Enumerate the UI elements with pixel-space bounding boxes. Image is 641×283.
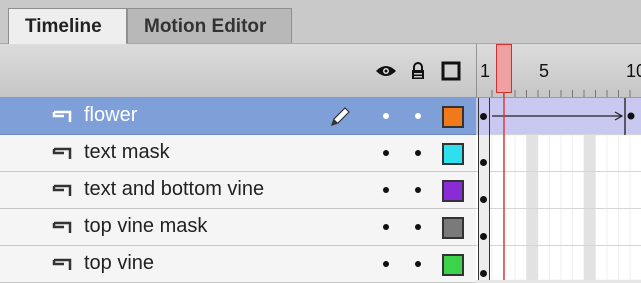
layer-name: flower	[84, 104, 138, 126]
layer-row-text-and-bottom-vine[interactable]: text and bottom vine	[0, 172, 476, 209]
outline-color-swatch[interactable]	[442, 217, 464, 239]
layer-name: text and bottom vine	[84, 178, 265, 200]
ruler-ticks	[491, 90, 631, 97]
keyframe-dot	[480, 159, 487, 166]
visibility-toggle[interactable]	[383, 261, 389, 267]
layer-row-flower[interactable]: flower	[0, 98, 476, 135]
lock-toggle[interactable]	[415, 261, 421, 267]
layer-row-top-vine-mask[interactable]: top vine mask	[0, 209, 476, 246]
ruler-label-1: 1	[480, 61, 490, 81]
outline-icon[interactable]	[438, 44, 464, 97]
tab-motion-editor[interactable]: Motion Editor	[127, 8, 292, 43]
tween-arrow	[492, 98, 635, 135]
layer-name: top vine	[84, 252, 155, 274]
frame-row-text-and-bottom-vine[interactable]	[476, 172, 641, 209]
outline-color-swatch[interactable]	[442, 254, 464, 276]
lock-toggle[interactable]	[415, 113, 421, 119]
lock-toggle[interactable]	[415, 224, 421, 230]
layer-name: text mask	[84, 141, 170, 163]
layer-row-text-mask[interactable]: text mask	[0, 135, 476, 172]
visibility-toggle[interactable]	[383, 150, 389, 156]
outline-color-swatch[interactable]	[442, 143, 464, 165]
layer-row-top-vine[interactable]: top vine	[0, 246, 476, 283]
frame-row-text-mask[interactable]	[476, 135, 641, 172]
outline-color-swatch[interactable]	[442, 106, 464, 128]
tab-timeline[interactable]: Timeline	[8, 8, 127, 44]
keyframe[interactable]	[478, 135, 490, 172]
panel-tabbar: Timeline Motion Editor	[0, 0, 641, 44]
layer-icon	[52, 109, 74, 130]
outline-color-swatch[interactable]	[442, 180, 464, 202]
visibility-toggle[interactable]	[383, 224, 389, 230]
frame-grid[interactable]	[476, 98, 641, 280]
frame-row-flower[interactable]	[476, 98, 641, 135]
visibility-toggle[interactable]	[383, 187, 389, 193]
layer-icon	[52, 257, 74, 278]
frame-row-top-vine[interactable]	[476, 246, 641, 280]
frame-ruler[interactable]: 1 5 10	[476, 44, 641, 97]
visibility-toggle[interactable]	[383, 113, 389, 119]
layer-icon	[52, 220, 74, 241]
lock-icon[interactable]	[406, 44, 430, 97]
lock-toggle[interactable]	[415, 187, 421, 193]
pencil-icon	[328, 105, 352, 134]
keyframe-dot	[480, 196, 487, 203]
lock-toggle[interactable]	[415, 150, 421, 156]
ruler-label-10: 10	[626, 61, 641, 81]
layer-name: top vine mask	[84, 215, 208, 237]
keyframe[interactable]	[478, 172, 490, 209]
layer-icon	[52, 183, 74, 204]
ruler-label-5: 5	[539, 61, 549, 81]
keyframe[interactable]	[478, 209, 490, 246]
keyframe-dot	[480, 270, 487, 277]
layer-icon	[52, 146, 74, 167]
eye-icon[interactable]	[374, 44, 398, 97]
keyframe[interactable]	[478, 246, 490, 280]
layer-list: flower text mask text and bottom vine to…	[0, 98, 476, 283]
frame-row-top-vine-mask[interactable]	[476, 209, 641, 246]
keyframe-dot	[480, 233, 487, 240]
